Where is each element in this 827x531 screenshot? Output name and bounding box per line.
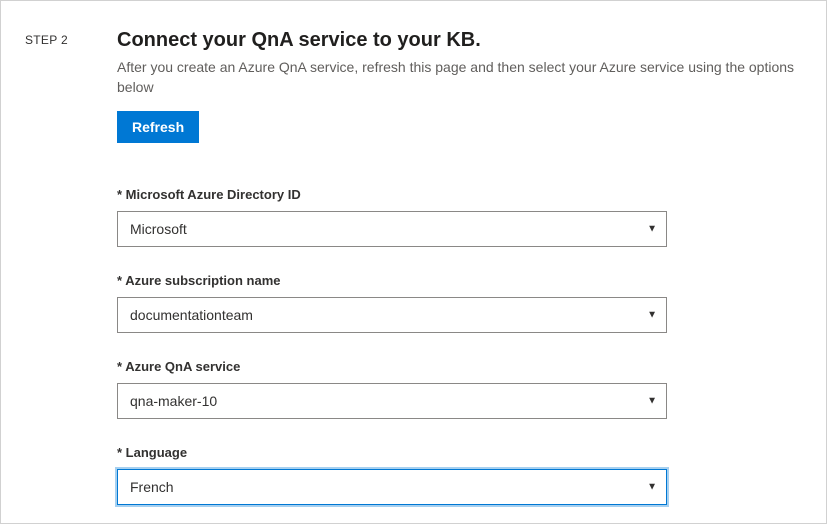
field-language: * Language French ▼ (117, 445, 802, 505)
qna-service-select-wrap: qna-maker-10 ▼ (117, 383, 667, 419)
page-title: Connect your QnA service to your KB. (117, 29, 802, 52)
page-subtitle: After you create an Azure QnA service, r… (117, 58, 802, 97)
field-subscription: * Azure subscription name documentationt… (117, 273, 802, 333)
language-select-wrap: French ▼ (117, 469, 667, 505)
step-content: Connect your QnA service to your KB. Aft… (117, 29, 802, 531)
subscription-select-wrap: documentationteam ▼ (117, 297, 667, 333)
qna-service-select[interactable]: qna-maker-10 (117, 383, 667, 419)
language-select[interactable]: French (117, 469, 667, 505)
qna-service-label: * Azure QnA service (117, 359, 802, 374)
field-directory: * Microsoft Azure Directory ID Microsoft… (117, 187, 802, 247)
subscription-select[interactable]: documentationteam (117, 297, 667, 333)
step-container: STEP 2 Connect your QnA service to your … (25, 29, 802, 531)
directory-select[interactable]: Microsoft (117, 211, 667, 247)
directory-label: * Microsoft Azure Directory ID (117, 187, 802, 202)
field-qna-service: * Azure QnA service qna-maker-10 ▼ (117, 359, 802, 419)
language-label: * Language (117, 445, 802, 460)
directory-select-wrap: Microsoft ▼ (117, 211, 667, 247)
step-indicator: STEP 2 (25, 29, 81, 531)
refresh-button[interactable]: Refresh (117, 111, 199, 143)
subscription-label: * Azure subscription name (117, 273, 802, 288)
